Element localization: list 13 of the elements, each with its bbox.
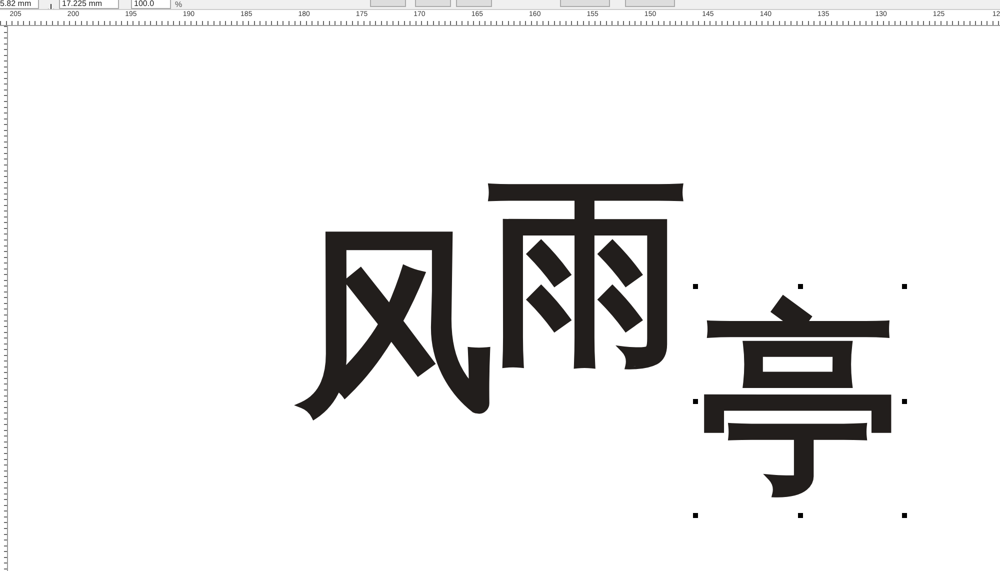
selection-handle[interactable] xyxy=(798,513,803,518)
selection-handle[interactable] xyxy=(902,284,907,289)
selection-handle[interactable] xyxy=(693,399,698,404)
selection-handle[interactable] xyxy=(902,399,907,404)
selection-handle[interactable] xyxy=(693,513,698,518)
height-field[interactable]: 17.225 mm xyxy=(59,0,119,9)
selection-handle[interactable] xyxy=(693,284,698,289)
scale-unit: % xyxy=(175,0,182,9)
selection-handle[interactable] xyxy=(798,284,803,289)
scale-field[interactable]: 100.0 xyxy=(131,0,171,9)
width-field[interactable]: 5.82 mm xyxy=(0,0,39,9)
lettering-character: 亭 xyxy=(700,291,900,511)
selection-handle[interactable] xyxy=(902,513,907,518)
